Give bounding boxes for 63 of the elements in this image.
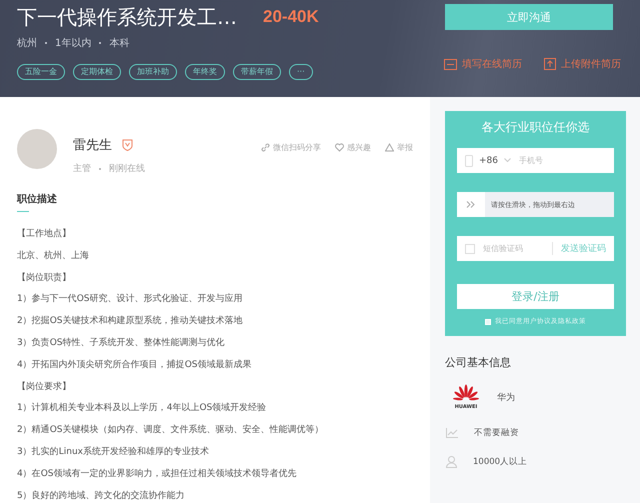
action-link[interactable]: 微信扫码分享 bbox=[261, 142, 321, 153]
code-input[interactable]: 短信验证码 bbox=[481, 243, 546, 254]
login-title: 各大行业职位任你选 bbox=[480, 119, 590, 136]
phone-field[interactable]: +86 手机号 bbox=[457, 148, 614, 173]
recruiter-title: 主管 bbox=[73, 162, 91, 175]
description-line: 5）良好的跨地域、跨文化的交流协作能力 bbox=[17, 490, 186, 503]
description-line: 【工作地点】 bbox=[17, 228, 72, 241]
message-icon bbox=[465, 244, 475, 254]
heart-icon bbox=[335, 143, 344, 152]
action-link[interactable]: 感兴趣 bbox=[335, 142, 371, 153]
online-status: 刚刚在线 bbox=[109, 162, 145, 175]
send-code-link[interactable]: 发送验证码 bbox=[552, 242, 606, 255]
chat-button[interactable]: 立即沟通 bbox=[445, 4, 613, 30]
benefit-tag: 加班补助 bbox=[129, 64, 177, 80]
phone-input[interactable]: 手机号 bbox=[517, 155, 606, 166]
upload-icon bbox=[544, 58, 556, 70]
form-icon bbox=[444, 58, 457, 70]
benefit-tag: 年终奖 bbox=[185, 64, 225, 80]
company-fact: 不需要融资 bbox=[474, 427, 519, 439]
description-line: 2）挖掘OS关键技术和构建原型系统，推动关键技术落地 bbox=[17, 314, 244, 328]
section-heading: 公司基本信息 bbox=[445, 355, 512, 370]
separator-dot bbox=[99, 168, 101, 170]
benefit-tag: ··· bbox=[289, 64, 313, 80]
job-meta: 本科 bbox=[109, 36, 130, 50]
code-field[interactable]: 短信验证码 发送验证码 bbox=[457, 236, 614, 261]
description-line: 北京、杭州、上海 bbox=[17, 250, 90, 263]
company-name: 华为 bbox=[497, 392, 515, 404]
description-line: 【岗位职责】 bbox=[17, 272, 72, 285]
description-line: 2）精通OS关键模块（如内存、调度、文件系统、驱动、安全、性能调优等） bbox=[17, 424, 325, 438]
benefit-tag: 带薪年假 bbox=[233, 64, 281, 80]
description-line: 3）负责OS特性、子系统开发、整体性能调测与优化 bbox=[17, 336, 226, 350]
benefit-tag: 定期体检 bbox=[73, 64, 121, 80]
description-line: 4）开拓国内外顶尖研究所合作项目，捕捉OS领域最新成果 bbox=[17, 358, 253, 372]
description-line: 3）扎实的Linux系统开发经验和雄厚的专业技术 bbox=[17, 446, 210, 459]
phone-icon bbox=[465, 154, 473, 166]
resume-link[interactable]: 填写在线简历 bbox=[444, 57, 522, 71]
description-line: 1）计算机相关专业本科及以上学历，4年以上OS领域开发经验 bbox=[17, 402, 268, 416]
slider-handle[interactable] bbox=[457, 192, 485, 217]
job-title: 下一代操作系统开发工… bbox=[17, 4, 237, 30]
caret-icon bbox=[504, 158, 511, 163]
avatar-placeholder bbox=[17, 129, 57, 169]
description-line: 1）参与下一代OS研究、设计、形式化验证、开发与应用 bbox=[17, 292, 244, 306]
shield-badge-icon bbox=[122, 139, 133, 151]
resume-link[interactable]: 上传附件简历 bbox=[544, 57, 621, 71]
agreement-checkbox[interactable] bbox=[485, 318, 491, 324]
salary: 20-40K bbox=[263, 7, 319, 27]
warning-icon bbox=[385, 143, 394, 152]
job-meta: 1年以内 bbox=[55, 36, 92, 50]
benefit-tag: 五险一金 bbox=[17, 64, 65, 80]
double-chevron-icon bbox=[466, 201, 476, 208]
description-line: 【岗位要求】 bbox=[17, 380, 72, 394]
description-line: 4）在OS领域有一定的业界影响力，或担任过相关领域技术领导者优先 bbox=[17, 468, 298, 481]
trend-chart-icon bbox=[446, 428, 458, 438]
link-icon bbox=[261, 143, 270, 152]
login-button[interactable]: 登录/注册 bbox=[457, 284, 614, 309]
section-heading: 职位描述 bbox=[17, 192, 57, 212]
job-meta: 杭州 bbox=[17, 36, 37, 50]
separator-dot bbox=[45, 42, 47, 44]
separator-dot bbox=[99, 42, 102, 44]
company-fact: 10000人以上 bbox=[473, 456, 528, 468]
recruiter-name: 雷先生 bbox=[73, 137, 112, 154]
person-icon bbox=[446, 456, 457, 468]
action-link[interactable]: 举报 bbox=[385, 142, 413, 153]
